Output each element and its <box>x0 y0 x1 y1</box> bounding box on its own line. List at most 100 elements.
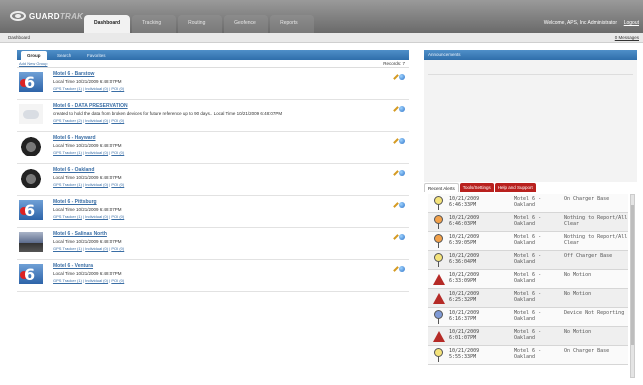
poi-link[interactable]: POI (0) <box>111 246 124 251</box>
group-row[interactable]: 6 Motel 6 - Ventura Local Time 10/21/200… <box>17 260 409 292</box>
top-bar: GUARDTRAK Dashboard Tracking Routing Geo… <box>0 0 643 33</box>
alert-location: Motel 6 - Oakland <box>514 234 542 246</box>
poi-link[interactable]: POI (0) <box>111 278 124 283</box>
gps-tracker-link[interactable]: GPS Tracker (1) <box>53 150 82 155</box>
group-thumbnail[interactable]: 6 <box>19 72 43 92</box>
group-title-link[interactable]: Motel 6 - Ventura <box>53 263 93 269</box>
alert-row[interactable]: 10/21/2009 6:33:09PM Motel 6 - Oakland No … <box>428 270 628 289</box>
group-thumbnail[interactable]: 6 <box>19 200 43 220</box>
alerts-scrollbar[interactable] <box>630 194 635 378</box>
group-thumbnail[interactable] <box>19 136 43 156</box>
alert-status: On Charger Base <box>564 196 610 202</box>
gps-tracker-link[interactable]: GPS Tracker (1) <box>53 278 82 283</box>
group-row[interactable]: Motel 6 - Salinas North Local Time 10/21… <box>17 228 409 260</box>
individual-link[interactable]: Individual (0) <box>85 278 108 283</box>
poi-link[interactable]: POI (0) <box>111 214 124 219</box>
group-row[interactable]: 6 Motel 6 - Pittsburg Local Time 10/21/2… <box>17 196 409 228</box>
alert-row[interactable]: 10/21/2009 6:16:37PM Motel 6 - Oakland Dev… <box>428 308 628 327</box>
group-title-link[interactable]: Motel 6 - Oakland <box>53 167 94 173</box>
alert-location: Motel 6 - Oakland <box>514 329 542 341</box>
alert-datetime: 10/21/2009 6:36:04PM <box>449 253 480 265</box>
messages-link[interactable]: 0 Messages <box>615 35 639 40</box>
tab-tools-settings[interactable]: Tools/Settings <box>459 183 494 192</box>
poi-link[interactable]: POI (0) <box>111 150 124 155</box>
globe-icon[interactable] <box>399 202 405 208</box>
edit-pencil-icon[interactable] <box>392 202 398 208</box>
alert-row[interactable]: 10/21/2009 5:55:33PM Motel 6 - Oakland On … <box>428 346 628 365</box>
group-title-link[interactable]: Motel 6 - DATA PRESERVATION <box>53 103 128 109</box>
edit-pencil-icon[interactable] <box>392 266 398 272</box>
group-links: GPS Tracker (1) | Individual (0) | POI (… <box>53 182 125 187</box>
gps-tracker-link[interactable]: GPS Tracker (2) <box>53 118 82 123</box>
globe-icon[interactable] <box>399 266 405 272</box>
subtab-search[interactable]: Search <box>51 51 77 60</box>
edit-pencil-icon[interactable] <box>392 74 398 80</box>
welcome-text: Welcome, APS, Inc Administrator <box>543 20 617 26</box>
alert-row[interactable]: 10/21/2009 6:25:32PM Motel 6 - Oakland No … <box>428 289 628 308</box>
alert-row[interactable]: 10/21/2009 6:46:33PM Motel 6 - Oakland On … <box>428 194 628 213</box>
group-links: GPS Tracker (1) | Individual (0) | POI (… <box>53 246 125 251</box>
edit-pencil-icon[interactable] <box>392 234 398 240</box>
alert-row[interactable]: 10/21/2009 6:46:03PM Motel 6 - Oakland Not… <box>428 213 628 232</box>
group-title-link[interactable]: Motel 6 - Pittsburg <box>53 199 97 205</box>
individual-link[interactable]: Individual (0) <box>85 86 108 91</box>
alerts-tabs: Recent Alerts Tools/Settings Help and Su… <box>424 183 637 192</box>
row-actions <box>392 74 405 80</box>
map-pin-icon <box>434 253 443 267</box>
logout-link[interactable]: Logout <box>624 20 639 26</box>
scrollbar-thumb[interactable] <box>631 205 634 345</box>
tab-geofence[interactable]: Geofence <box>224 15 269 33</box>
globe-icon[interactable] <box>399 106 405 112</box>
sub-bar: Dashboard 0 Messages <box>0 33 643 43</box>
gps-tracker-link[interactable]: GPS Tracker (1) <box>53 86 82 91</box>
globe-icon[interactable] <box>399 234 405 240</box>
group-title-link[interactable]: Motel 6 - Barstow <box>53 71 94 77</box>
alert-row[interactable]: 10/21/2009 6:39:05PM Motel 6 - Oakland Not… <box>428 232 628 251</box>
group-thumbnail[interactable] <box>19 168 43 188</box>
group-thumbnail[interactable] <box>19 104 43 124</box>
gps-tracker-link[interactable]: GPS Tracker (1) <box>53 214 82 219</box>
tab-reports[interactable]: Reports <box>270 15 315 33</box>
add-group-link[interactable]: Add New Group <box>19 61 47 66</box>
group-title-link[interactable]: Motel 6 - Hayward <box>53 135 96 141</box>
group-thumbnail[interactable]: 6 <box>19 264 43 284</box>
alert-location: Motel 6 - Oakland <box>514 253 542 265</box>
group-row[interactable]: 6 Motel 6 - Barstow Local Time 10/21/200… <box>17 68 409 100</box>
group-row[interactable]: Motel 6 - Oakland Local Time 10/21/2009 … <box>17 164 409 196</box>
group-row[interactable]: Motel 6 - Hayward Local Time 10/21/2009 … <box>17 132 409 164</box>
warning-triangle-icon <box>433 272 445 286</box>
individual-link[interactable]: Individual (0) <box>85 118 108 123</box>
globe-icon[interactable] <box>399 170 405 176</box>
subtab-favorites[interactable]: Favorites <box>81 51 112 60</box>
poi-link[interactable]: POI (0) <box>111 118 124 123</box>
tab-help-support[interactable]: Help and Support <box>494 183 536 192</box>
guardtrak-logo[interactable]: GUARDTRAK <box>10 9 83 23</box>
gps-tracker-link[interactable]: GPS Tracker (1) <box>53 246 82 251</box>
alert-status: No Motion <box>564 291 592 297</box>
globe-icon[interactable] <box>399 74 405 80</box>
gps-tracker-link[interactable]: GPS Tracker (1) <box>53 182 82 187</box>
edit-pencil-icon[interactable] <box>392 170 398 176</box>
edit-pencil-icon[interactable] <box>392 138 398 144</box>
individual-link[interactable]: Individual (0) <box>85 246 108 251</box>
tab-recent-alerts[interactable]: Recent Alerts <box>424 183 459 192</box>
divider <box>428 74 633 75</box>
poi-link[interactable]: POI (0) <box>111 86 124 91</box>
alert-row[interactable]: 10/21/2009 6:01:07PM Motel 6 - Oakland No … <box>428 327 628 346</box>
poi-link[interactable]: POI (0) <box>111 182 124 187</box>
group-title-link[interactable]: Motel 6 - Salinas North <box>53 231 107 237</box>
globe-icon[interactable] <box>399 138 405 144</box>
alert-row[interactable]: 10/21/2009 6:36:04PM Motel 6 - Oakland Off… <box>428 251 628 270</box>
tab-tracking[interactable]: Tracking <box>132 15 177 33</box>
map-pin-icon <box>434 215 443 229</box>
group-row[interactable]: Motel 6 - DATA PRESERVATION created to h… <box>17 100 409 132</box>
edit-pencil-icon[interactable] <box>392 106 398 112</box>
tab-dashboard[interactable]: Dashboard <box>84 15 131 33</box>
individual-link[interactable]: Individual (0) <box>85 182 108 187</box>
individual-link[interactable]: Individual (0) <box>85 214 108 219</box>
group-thumbnail[interactable] <box>19 232 43 252</box>
group-local-time: created to hold the data from broken dev… <box>53 111 283 116</box>
individual-link[interactable]: Individual (0) <box>85 150 108 155</box>
tab-routing[interactable]: Routing <box>178 15 223 33</box>
subtab-group[interactable]: Group <box>21 51 47 60</box>
